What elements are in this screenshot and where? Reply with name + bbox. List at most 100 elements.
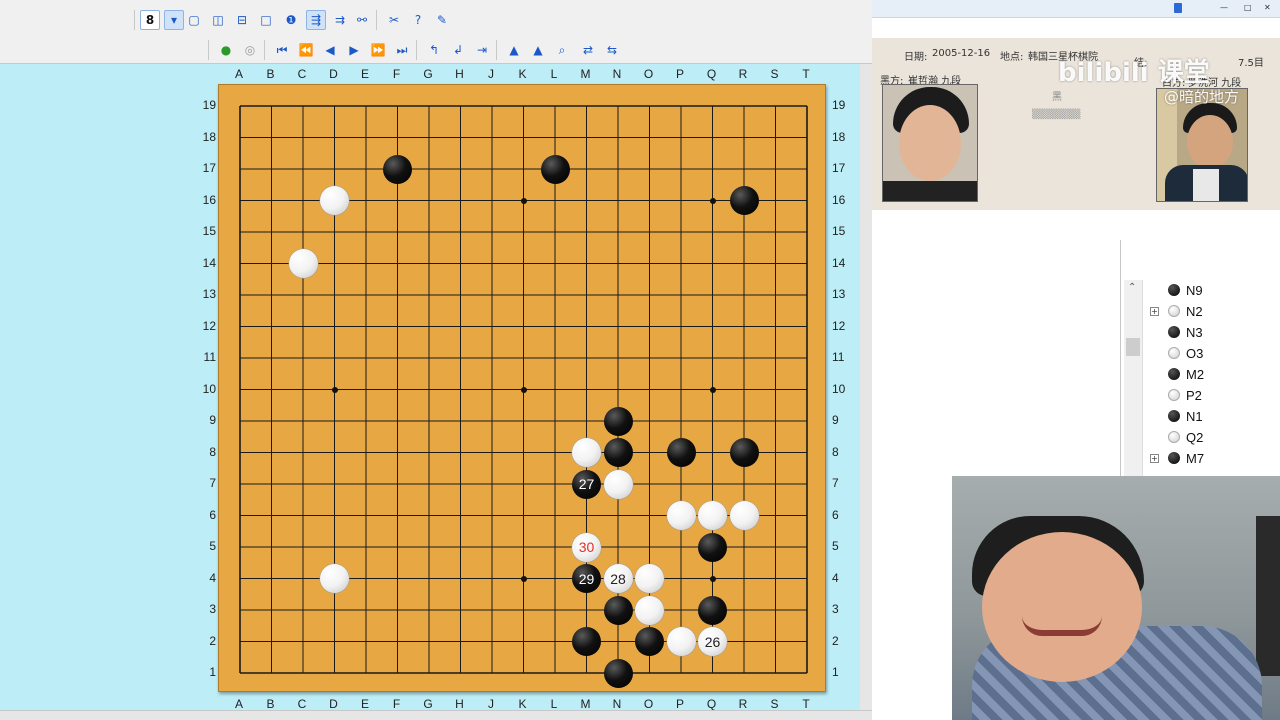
forward-many-button[interactable]: ⏩ [368,40,388,60]
minimize-button[interactable]: — [1220,3,1228,13]
star-point [331,386,338,393]
column-label-O: O [643,697,654,711]
row-label-17: 17 [832,161,846,175]
expand-node-icon[interactable]: + [1150,454,1159,463]
move-tree-item[interactable]: P2 [1168,385,1202,405]
toolbar-separator [134,10,135,30]
row-label-13: 13 [202,287,216,301]
dropdown-arrow-button[interactable]: ▾ [164,10,184,30]
hierarchy-button[interactable]: ⚯ [352,10,372,30]
hint-button[interactable]: ? [408,10,428,30]
row-label-8: 8 [832,444,839,459]
move-tree-item[interactable]: Q2 [1168,427,1203,447]
black-stone [603,658,633,688]
row-label-3: 3 [832,602,839,616]
variation-next-button[interactable]: ⇥ [472,40,492,60]
back-many-button[interactable]: ⏪ [296,40,316,60]
go-board[interactable]: 27 30 29 28 26 [218,84,826,692]
row-label-14: 14 [202,255,216,270]
white-stone-icon [1168,431,1180,443]
date-label: 日期: [904,52,928,63]
branch-view-button[interactable]: ⇉ [330,10,350,30]
column-label-A: A [234,697,243,711]
white-stone-icon [1168,347,1180,359]
tools-button[interactable]: ✂ [384,10,404,30]
close-button[interactable]: ✕ [1264,3,1271,13]
column-label-P: P [675,67,684,81]
move-tree-item[interactable]: N9 [1168,280,1203,300]
tree-view-button[interactable]: ⇶ [306,10,326,30]
date-value: 2005-12-16 [932,48,991,59]
last-move-button[interactable]: ⏭ [392,40,412,60]
variation-up-button[interactable]: ↰ [424,40,444,60]
komi-value: 7.5目 [1238,58,1264,69]
board-vertical-scrollbar[interactable] [860,64,872,710]
black-stone: 27 [572,469,601,499]
column-label-F: F [392,697,401,711]
black-stone [540,154,570,184]
split-vertical-button[interactable]: ◫ [208,10,228,30]
move-tree-item[interactable]: O3 [1168,343,1203,363]
brush-button[interactable]: ✎ [432,10,452,30]
row-label-5: 5 [832,539,839,553]
row-label-4: 4 [209,570,216,585]
toolbar-separator [376,10,377,30]
flip-right-button[interactable]: ⇆ [602,40,622,60]
first-move-button[interactable]: ⏮ [272,40,292,60]
blank-panel-button[interactable]: □ [256,10,276,30]
row-label-1: 1 [832,665,839,679]
column-label-C: C [297,67,307,81]
expand-node-icon[interactable]: + [1150,307,1159,316]
flip-left-button[interactable]: ⇄ [578,40,598,60]
white-stone [635,564,664,593]
black-stone [666,438,696,467]
column-label-T: T [802,67,810,81]
black-stone-icon [1168,368,1180,380]
column-label-J: J [488,67,494,81]
variation-side-button[interactable]: ↲ [448,40,468,60]
black-stone [383,154,412,184]
toolbar-separator [496,40,497,60]
move-tree-item[interactable]: N1 [1168,406,1203,426]
mark-1-button[interactable]: ▲ [504,40,524,60]
black-stone-icon [1168,410,1180,422]
row-label-18: 18 [202,129,216,144]
move-tree-item[interactable]: N2 [1168,301,1203,321]
back-one-button[interactable]: ◀ [320,40,340,60]
game-info-topbar: — □ ✕ [872,0,1280,18]
move-label: N9 [1186,282,1203,298]
black-stone: 29 [572,564,601,593]
move-tree-item[interactable]: N3 [1168,322,1203,342]
move-tree-item[interactable]: M7 [1168,448,1204,468]
move-tree-item[interactable]: M2 [1168,364,1204,384]
row-label-19: 19 [832,98,846,112]
extra-info: 黑 [1052,92,1062,103]
move-number-button[interactable]: 8 [140,10,160,30]
stop-button[interactable]: ◎ [240,40,260,60]
play-green-button[interactable]: ● [216,40,236,60]
forward-one-button[interactable]: ▶ [344,40,364,60]
row-label-11: 11 [203,350,216,364]
maximize-button[interactable]: □ [1244,3,1252,13]
scroll-thumb[interactable] [1126,338,1140,356]
row-label-17: 17 [202,161,216,175]
place-label: 地点: [1000,52,1024,63]
black-stone-icon [1168,452,1180,464]
column-label-D: D [329,67,338,81]
window-1-button[interactable]: ▢ [184,10,204,30]
search-button[interactable]: ⌕ [552,40,572,60]
column-label-R: R [738,697,748,711]
split-horizontal-button[interactable]: ⊟ [232,10,252,30]
row-label-16: 16 [202,192,216,207]
move-label: O3 [1186,345,1204,361]
scroll-up-icon[interactable]: ⌃ [1128,282,1136,293]
board-horizontal-scrollbar[interactable] [0,710,960,720]
show-numbers-button[interactable]: ❶ [281,10,301,30]
row-label-10: 10 [202,381,216,396]
mark-2-button[interactable]: ▲ [528,40,548,60]
move-tree-scrollbar[interactable]: ⌃ [1124,280,1143,480]
column-label-E: E [360,67,369,81]
column-label-B: B [266,67,275,81]
blue-tag-button[interactable] [1174,3,1182,13]
row-label-15: 15 [832,224,846,238]
